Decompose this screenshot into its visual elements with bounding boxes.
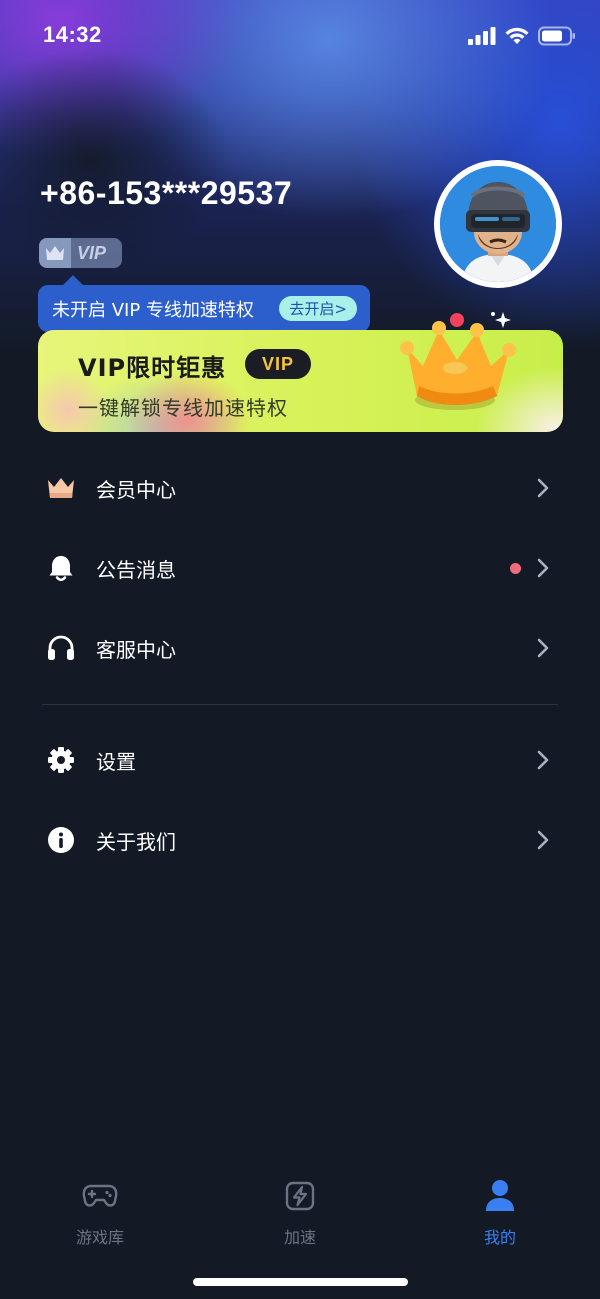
home-indicator[interactable] xyxy=(193,1278,408,1286)
promo-vip-badge: VIP xyxy=(245,349,311,379)
activate-vip-button[interactable]: 去开启> xyxy=(279,296,357,321)
gear-icon xyxy=(46,745,76,775)
gamepad-icon xyxy=(82,1178,118,1214)
crown-icon xyxy=(46,473,76,503)
info-icon xyxy=(46,825,76,855)
tab-game-library[interactable]: 游戏库 xyxy=(40,1178,160,1248)
menu-item-label: 会员中心 xyxy=(96,477,176,502)
menu-item-label: 关于我们 xyxy=(96,829,176,854)
menu-item-about-us[interactable]: 关于我们 xyxy=(0,800,600,880)
vip-level-tag: VIP xyxy=(39,238,122,268)
headphones-icon xyxy=(46,633,76,663)
menu-item-settings[interactable]: 设置 xyxy=(0,720,600,800)
menu-item-label: 设置 xyxy=(96,749,136,774)
tab-label: 加速 xyxy=(283,1228,316,1247)
tab-mine[interactable]: 我的 xyxy=(440,1178,560,1248)
status-time: 14:32 xyxy=(43,22,102,47)
chevron-right-icon xyxy=(537,638,549,658)
tab-accelerate[interactable]: 加速 xyxy=(240,1178,360,1248)
menu-item-customer-service[interactable]: 客服中心 xyxy=(0,608,600,688)
status-icons xyxy=(468,26,576,46)
chevron-right-icon xyxy=(537,830,549,850)
wifi-icon xyxy=(505,27,529,44)
chevron-right-icon xyxy=(537,478,549,498)
avatar-image xyxy=(440,166,556,282)
user-icon xyxy=(482,1178,518,1214)
vip-promo-banner[interactable]: VIP限时钜惠 VIP 一键解锁专线加速特权 xyxy=(38,312,563,432)
notification-dot xyxy=(510,562,521,574)
signal-icon xyxy=(468,27,496,45)
menu-item-label: 客服中心 xyxy=(96,637,176,662)
tooltip-text: 未开启 VIP 专线加速特权 xyxy=(52,299,254,321)
promo-title: VIP限时钜惠 xyxy=(78,354,227,382)
tab-label: 我的 xyxy=(483,1228,516,1247)
status-bar: 14:32 xyxy=(0,0,600,76)
menu-divider xyxy=(42,704,558,705)
chevron-right-icon xyxy=(537,558,549,578)
chevron-right-icon xyxy=(537,750,549,770)
avatar[interactable] xyxy=(434,160,562,288)
user-phone-number: +86-153***29537 xyxy=(40,175,293,211)
bell-icon xyxy=(46,553,76,583)
vip-inactive-tooltip: 未开启 VIP 专线加速特权 去开启> xyxy=(38,285,370,332)
tab-label: 游戏库 xyxy=(75,1228,124,1247)
menu-item-label: 公告消息 xyxy=(96,557,176,582)
vip-tag-label: VIP xyxy=(77,242,107,263)
menu-item-announcements[interactable]: 公告消息 xyxy=(0,528,600,608)
crown-icon xyxy=(39,238,71,268)
promo-subtitle: 一键解锁专线加速特权 xyxy=(78,396,288,420)
lightning-icon xyxy=(282,1178,318,1214)
battery-icon xyxy=(538,26,575,46)
crown-3d-icon xyxy=(400,312,516,410)
menu-item-member-center[interactable]: 会员中心 xyxy=(0,448,600,528)
